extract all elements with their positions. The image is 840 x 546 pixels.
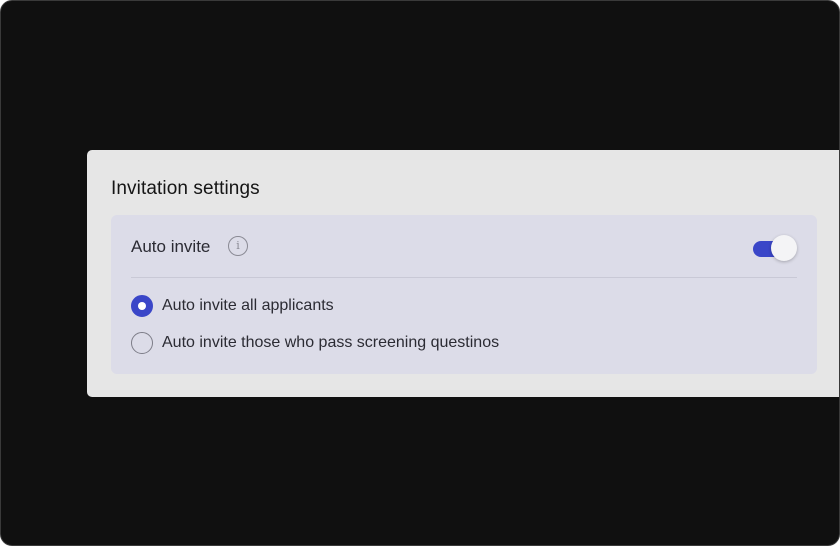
app-window: Invitation settings Auto invite i Auto i… [0,0,840,546]
auto-invite-label: Auto invite [131,237,211,256]
invitation-settings-panel: Invitation settings Auto invite i Auto i… [87,150,839,397]
auto-invite-toggle[interactable] [753,235,797,263]
radio-unselected[interactable] [131,332,153,354]
option-all-applicants[interactable]: Auto invite all applicants [131,295,731,319]
info-icon[interactable]: i [228,236,248,256]
option-pass-screening[interactable]: Auto invite those who pass screening que… [131,332,731,356]
radio-selected[interactable] [131,295,153,317]
panel-title: Invitation settings [111,178,260,199]
option-label: Auto invite those who pass screening que… [162,334,500,351]
auto-invite-section: Auto invite i Auto invite all applicants… [111,215,817,374]
toggle-knob [771,235,797,261]
auto-invite-row: Auto invite i [131,235,797,263]
option-label: Auto invite all applicants [162,297,334,314]
divider [131,277,797,278]
